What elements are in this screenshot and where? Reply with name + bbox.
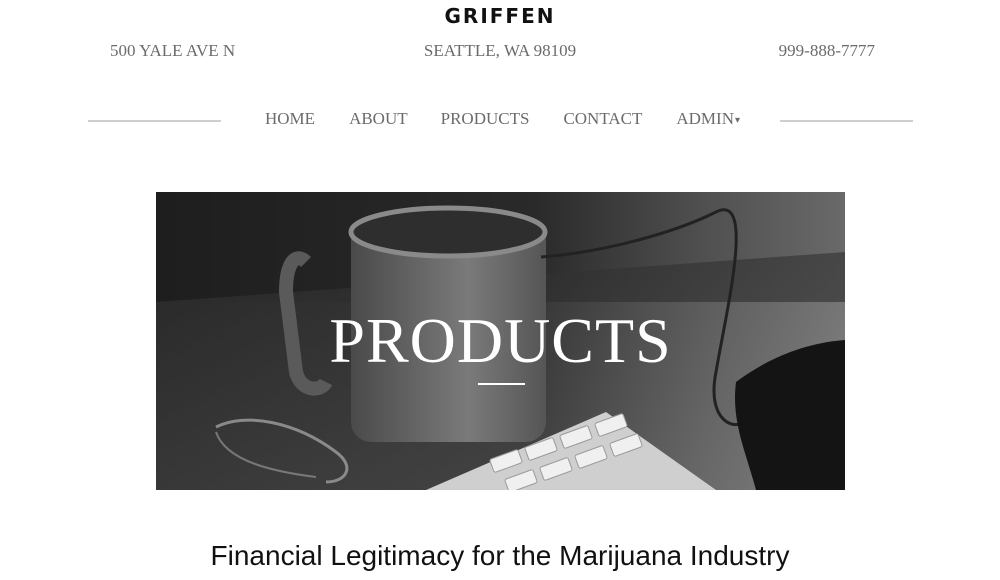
hero-title-underline bbox=[478, 383, 525, 385]
nav-item-products[interactable]: PRODUCTS bbox=[441, 109, 530, 129]
nav-item-admin[interactable]: ADMIN▾ bbox=[676, 109, 740, 129]
hero-banner: PRODUCTS bbox=[156, 192, 845, 490]
nav-item-about[interactable]: ABOUT bbox=[349, 109, 408, 129]
brand-logo[interactable]: GRIFFEN bbox=[0, 4, 1000, 28]
hero-title: PRODUCTS bbox=[329, 305, 672, 376]
nav-item-contact[interactable]: CONTACT bbox=[563, 109, 642, 129]
main-nav: HOME ABOUT PRODUCTS CONTACT ADMIN▾ bbox=[265, 109, 740, 129]
nav-divider-right bbox=[780, 120, 913, 122]
phone-text: 999-888-7777 bbox=[778, 41, 875, 60]
nav-divider-left bbox=[88, 120, 221, 122]
caret-down-icon: ▾ bbox=[734, 114, 740, 126]
nav-item-home[interactable]: HOME bbox=[265, 109, 315, 129]
nav-item-admin-label: ADMIN bbox=[676, 109, 734, 128]
page-heading: Financial Legitimacy for the Marijuana I… bbox=[210, 540, 790, 571]
